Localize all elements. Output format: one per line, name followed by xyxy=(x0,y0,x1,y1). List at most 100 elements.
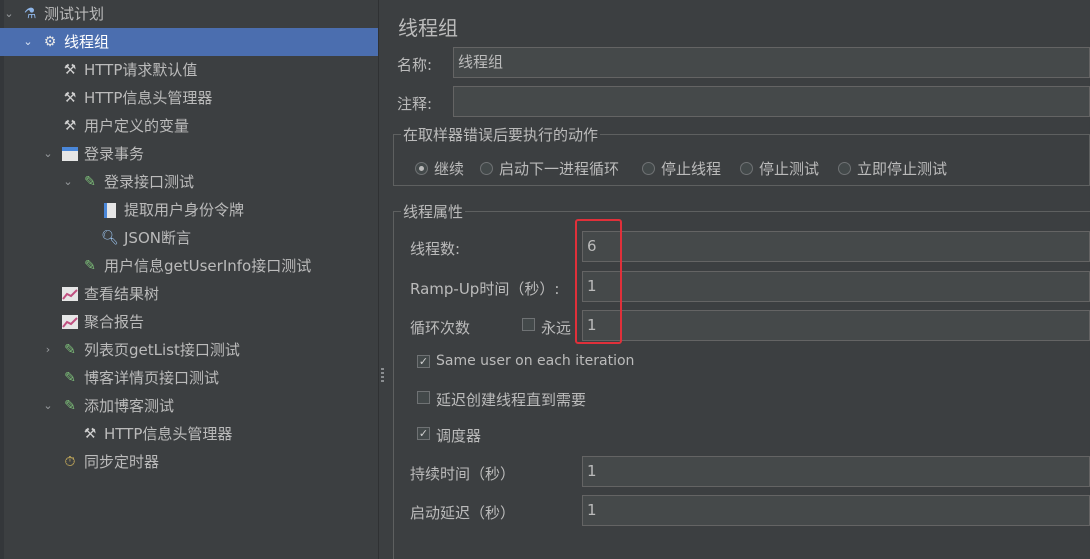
tree-item-label: 同步定时器 xyxy=(84,453,160,471)
graph-icon xyxy=(61,285,79,303)
tree-item-test-plan[interactable]: ⌄ ⚗ 测试计划 xyxy=(0,0,378,28)
radio-label: 停止测试 xyxy=(759,159,820,178)
same-user-checkbox[interactable]: ✓ xyxy=(417,355,430,368)
radio-label: 继续 xyxy=(434,159,465,178)
chevron-down-icon[interactable]: ⌄ xyxy=(2,0,16,28)
radio-icon xyxy=(642,161,655,175)
tree-item-label: HTTP信息头管理器 xyxy=(84,89,213,107)
radio-continue[interactable]: 继续 xyxy=(415,159,465,178)
radio-icon xyxy=(480,161,493,175)
chevron-down-icon[interactable]: ⌄ xyxy=(61,168,75,196)
timer-icon: ⏱ xyxy=(64,454,76,470)
pipette-icon: ✎ xyxy=(64,370,76,386)
rampup-field[interactable]: 1 xyxy=(582,271,1090,302)
pipette-icon: ✎ xyxy=(84,174,96,190)
tree-item-label: 聚合报告 xyxy=(84,313,145,331)
pipette-icon: ✎ xyxy=(84,258,96,274)
tree-item-label: 登录事务 xyxy=(84,145,145,163)
radio-icon xyxy=(740,161,753,175)
tree-item-label: 提取用户身份令牌 xyxy=(124,201,245,219)
page-title: 线程组 xyxy=(398,16,458,40)
duration-field[interactable]: 1 xyxy=(582,456,1090,487)
scheduler-label: 调度器 xyxy=(436,427,482,445)
delay-thread-creation-label: 延迟创建线程直到需要 xyxy=(436,391,587,409)
radio-label: 启动下一进程循环 xyxy=(499,159,620,178)
tree-item-http-header-manager[interactable]: ⚒ HTTP信息头管理器 xyxy=(0,84,378,112)
tree-item-label: HTTP信息头管理器 xyxy=(104,425,233,443)
error-section-title: 在取样器错误后要执行的动作 xyxy=(401,124,601,145)
forever-label: 永远 xyxy=(541,319,572,337)
tree-item-user-variables[interactable]: ⚒ 用户定义的变量 xyxy=(0,112,378,140)
chevron-right-icon[interactable]: › xyxy=(41,336,55,364)
startup-delay-label: 启动延迟（秒） xyxy=(410,504,516,522)
tree-item-extract-token[interactable]: 提取用户身份令牌 xyxy=(0,196,378,224)
wrench-icon: ⚒ xyxy=(63,62,77,78)
props-section-title: 线程属性 xyxy=(401,201,466,222)
tree-item-label: 用户定义的变量 xyxy=(84,117,190,135)
radio-label: 停止线程 xyxy=(661,159,722,178)
forever-checkbox[interactable] xyxy=(522,318,535,331)
wrench-icon: ⚒ xyxy=(63,118,77,134)
test-plan-tree: ⌄ ⚗ 测试计划 ⌄ ⚙ 线程组 ⚒ HTTP请求默认值 ⚒ HTTP信息头管理… xyxy=(0,0,378,559)
thread-group-panel: 线程组 名称: 线程组 注释: 在取样器错误后要执行的动作 继续 启动下一进程循… xyxy=(387,0,1090,559)
tree-item-label: 博客详情页接口测试 xyxy=(84,369,220,387)
radio-selected-icon xyxy=(415,161,428,175)
tree-item-http-defaults[interactable]: ⚒ HTTP请求默认值 xyxy=(0,56,378,84)
tree-item-get-user-info-test[interactable]: ✎ 用户信息getUserInfo接口测试 xyxy=(0,252,378,280)
scheduler-checkbox[interactable]: ✓ xyxy=(417,427,430,440)
tree-item-label: 查看结果树 xyxy=(84,285,160,303)
chevron-down-icon[interactable]: ⌄ xyxy=(41,392,55,420)
tree-item-label: 用户信息getUserInfo接口测试 xyxy=(104,257,312,275)
tree-item-label: 登录接口测试 xyxy=(104,173,195,191)
comment-label: 注释: xyxy=(397,95,433,113)
pipette-icon: ✎ xyxy=(64,398,76,414)
threads-field[interactable]: 6 xyxy=(582,231,1090,262)
highlight-annotation xyxy=(575,219,622,344)
tree-item-label: HTTP请求默认值 xyxy=(84,61,198,79)
extractor-icon xyxy=(101,201,119,219)
rampup-label: Ramp-Up时间（秒）: xyxy=(410,280,560,298)
chevron-down-icon[interactable]: ⌄ xyxy=(21,28,35,56)
tree-item-http-header-manager-2[interactable]: ⚒ HTTP信息头管理器 xyxy=(0,420,378,448)
delay-thread-creation-checkbox[interactable] xyxy=(417,391,430,404)
name-field[interactable]: 线程组 xyxy=(453,47,1090,78)
name-label: 名称: xyxy=(397,56,433,74)
magnifier-icon: 🔍︎ xyxy=(101,230,119,246)
tree-item-json-assertion[interactable]: 🔍︎ JSON断言 xyxy=(0,224,378,252)
tree-item-thread-group[interactable]: ⌄ ⚙ 线程组 xyxy=(0,28,378,56)
startup-delay-field[interactable]: 1 xyxy=(582,495,1090,526)
radio-stop-test[interactable]: 停止测试 xyxy=(740,159,820,178)
radio-icon xyxy=(838,161,851,175)
tree-item-sync-timer[interactable]: ⏱ 同步定时器 xyxy=(0,448,378,476)
chevron-down-icon[interactable]: ⌄ xyxy=(41,140,55,168)
tree-item-label: 线程组 xyxy=(64,33,110,51)
tree-item-login-transaction[interactable]: ⌄ 登录事务 xyxy=(0,140,378,168)
splitter-grip-icon[interactable] xyxy=(381,368,384,382)
tree-item-login-api-test[interactable]: ⌄ ✎ 登录接口测试 xyxy=(0,168,378,196)
gear-icon: ⚙ xyxy=(43,34,57,50)
transaction-icon xyxy=(61,145,79,163)
wrench-icon: ⚒ xyxy=(83,426,97,442)
tree-item-view-results-tree[interactable]: 查看结果树 xyxy=(0,280,378,308)
tree-item-get-list-test[interactable]: › ✎ 列表页getList接口测试 xyxy=(0,336,378,364)
loop-count-field[interactable]: 1 xyxy=(582,310,1090,341)
pipette-icon: ✎ xyxy=(64,342,76,358)
radio-stop-thread[interactable]: 停止线程 xyxy=(642,159,722,178)
tree-item-label: JSON断言 xyxy=(124,229,191,247)
loop-label: 循环次数 xyxy=(410,319,471,337)
split-divider[interactable] xyxy=(378,0,387,559)
graph-icon xyxy=(61,313,79,331)
wrench-icon: ⚒ xyxy=(63,90,77,106)
threads-label: 线程数: xyxy=(410,240,461,258)
comment-field[interactable] xyxy=(453,86,1090,117)
same-user-label: Same user on each iteration xyxy=(436,353,635,369)
tree-item-label: 列表页getList接口测试 xyxy=(84,341,240,359)
flask-icon: ⚗ xyxy=(23,6,37,22)
tree-item-add-blog-test[interactable]: ⌄ ✎ 添加博客测试 xyxy=(0,392,378,420)
tree-item-blog-detail-test[interactable]: ✎ 博客详情页接口测试 xyxy=(0,364,378,392)
radio-start-next-loop[interactable]: 启动下一进程循环 xyxy=(480,159,620,178)
tree-item-label: 添加博客测试 xyxy=(84,397,175,415)
radio-label: 立即停止测试 xyxy=(857,159,948,178)
radio-stop-test-now[interactable]: 立即停止测试 xyxy=(838,159,948,178)
tree-item-aggregate-report[interactable]: 聚合报告 xyxy=(0,308,378,336)
